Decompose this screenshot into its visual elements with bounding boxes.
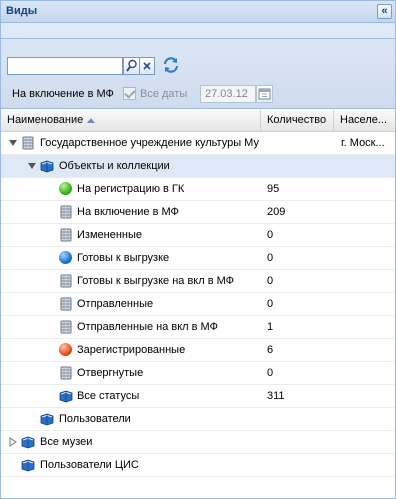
blue-ball-icon xyxy=(59,251,72,264)
sort-asc-icon xyxy=(87,117,96,123)
row-settlement: г. Моск... xyxy=(341,137,385,149)
column-header-settlement[interactable]: Населе... xyxy=(334,110,395,132)
tree-row-status[interactable]: На включение в МФ 209 xyxy=(1,201,395,224)
tree-row-cis-users[interactable]: Пользователи ЦИС xyxy=(1,454,395,477)
row-label: Отправленные xyxy=(77,298,154,310)
column-header-count[interactable]: Количество xyxy=(261,110,334,132)
row-label: Все музеи xyxy=(40,436,93,448)
all-dates-label: Все даты xyxy=(140,88,188,100)
row-label: Готовы к выгрузке xyxy=(77,252,170,264)
tree-row-status[interactable]: Отвергнутые 0 xyxy=(1,362,395,385)
book-icon xyxy=(21,435,35,449)
database-icon xyxy=(59,205,73,219)
tree-row-objects-collections[interactable]: Объекты и коллекции xyxy=(1,155,395,178)
database-icon xyxy=(59,366,73,380)
row-label: Объекты и коллекции xyxy=(59,160,170,172)
row-count: 1 xyxy=(267,321,274,333)
row-count: 6 xyxy=(267,344,274,356)
row-count: 311 xyxy=(267,390,285,402)
row-count: 209 xyxy=(267,206,286,218)
search-input[interactable] xyxy=(7,57,123,75)
row-label: Пользователи ЦИС xyxy=(40,459,139,471)
refresh-button[interactable] xyxy=(161,56,181,76)
row-count: 0 xyxy=(267,275,274,287)
collapsed-arrow-icon[interactable] xyxy=(8,437,18,447)
row-label-clip: Государственное учреждение культуры Му xyxy=(40,137,260,149)
date-input[interactable]: 27.03.12 xyxy=(200,85,256,103)
book-icon xyxy=(21,458,35,472)
database-icon xyxy=(59,320,73,334)
header-strip xyxy=(1,23,395,39)
book-icon xyxy=(59,389,73,403)
red-ball-icon xyxy=(59,343,72,356)
tree-row-status[interactable]: Зарегистрированные 6 xyxy=(1,339,395,362)
collapse-button[interactable]: « xyxy=(377,4,392,19)
database-icon xyxy=(59,228,73,242)
inclusion-label: На включение в МФ xyxy=(12,88,114,100)
row-label: Государственное учреждение культуры Му xyxy=(40,137,259,149)
tree-row-institution[interactable]: Государственное учреждение культуры Му г… xyxy=(1,132,395,155)
tree-row-status[interactable]: Отправленные на вкл в МФ 1 xyxy=(1,316,395,339)
views-panel: Виды « На включение в МФ Все даты 27.03.… xyxy=(0,0,396,499)
column-count-label: Количество xyxy=(267,114,327,126)
row-count: 0 xyxy=(267,229,274,241)
tree-grid-body: Государственное учреждение культуры Му г… xyxy=(1,132,395,477)
row-label: Измененные xyxy=(77,229,142,241)
column-city-label: Населе... xyxy=(340,114,388,126)
close-icon xyxy=(143,62,151,70)
date-picker-button[interactable] xyxy=(256,85,273,103)
database-icon xyxy=(59,274,73,288)
column-header-name[interactable]: Наименование xyxy=(1,110,261,132)
row-count: 0 xyxy=(267,367,274,379)
row-count: 0 xyxy=(267,252,274,264)
book-icon xyxy=(40,159,54,173)
panel-title: Виды xyxy=(6,5,38,17)
panel-header: Виды « xyxy=(1,1,395,23)
column-name-label: Наименование xyxy=(7,114,84,126)
clear-search-button[interactable] xyxy=(140,57,155,75)
row-label: На включение в МФ xyxy=(77,206,179,218)
tree-row-users[interactable]: Пользователи xyxy=(1,408,395,431)
book-icon xyxy=(40,412,54,426)
row-label: На регистрацию в ГК xyxy=(77,183,185,195)
date-filter-row: На включение в МФ Все даты 27.03.12 xyxy=(1,84,395,104)
tree-row-status[interactable]: Измененные 0 xyxy=(1,224,395,247)
tree-row-status[interactable]: Готовы к выгрузке на вкл в МФ 0 xyxy=(1,270,395,293)
row-label: Отправленные на вкл в МФ xyxy=(77,321,218,333)
row-label: Зарегистрированные xyxy=(77,344,186,356)
row-count: 0 xyxy=(267,298,274,310)
expanded-arrow-icon[interactable] xyxy=(27,161,37,171)
grid-header: Наименование Количество Населе... xyxy=(1,110,395,132)
row-label: Пользователи xyxy=(59,413,131,425)
row-count: 95 xyxy=(267,183,280,195)
filter-toolbar: На включение в МФ Все даты 27.03.12 xyxy=(1,39,395,109)
tree-row-status[interactable]: Все статусы 311 xyxy=(1,385,395,408)
tree-row-all-museums[interactable]: Все музеи xyxy=(1,431,395,454)
tree-row-status[interactable]: На регистрацию в ГК 95 xyxy=(1,178,395,201)
database-icon xyxy=(21,136,35,150)
search-button[interactable] xyxy=(123,57,140,75)
row-label: Все статусы xyxy=(77,390,140,402)
refresh-icon xyxy=(163,57,179,73)
green-ball-icon xyxy=(59,182,72,195)
calendar-icon xyxy=(258,88,271,100)
all-dates-checkbox[interactable] xyxy=(123,87,136,100)
search-icon xyxy=(125,59,137,72)
database-icon xyxy=(59,297,73,311)
row-label: Готовы к выгрузке на вкл в МФ xyxy=(77,275,235,287)
row-label: Отвергнутые xyxy=(77,367,144,379)
tree-row-status[interactable]: Готовы к выгрузке 0 xyxy=(1,247,395,270)
tree-row-status[interactable]: Отправленные 0 xyxy=(1,293,395,316)
expanded-arrow-icon[interactable] xyxy=(8,138,18,148)
